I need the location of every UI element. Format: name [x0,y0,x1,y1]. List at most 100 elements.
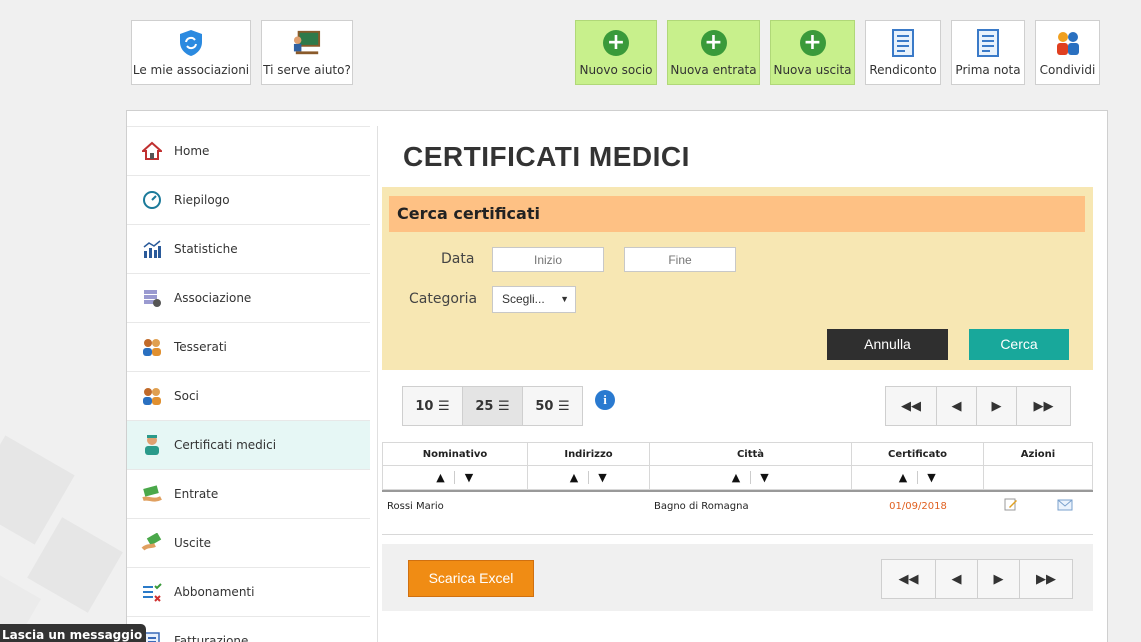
double-arrow-right-icon: ▶▶ [1033,398,1054,414]
list-icon: ☰ [497,398,510,414]
sidebar-item-tesserati[interactable]: Tesserati [127,322,370,371]
sidebar: Home Riepilogo Statistiche Associazione … [127,126,370,642]
page-size-label: 25 [475,398,494,414]
new-member-button[interactable]: + Nuovo socio [575,20,657,85]
search-panel: Cerca certificati Data Categoria Scegli.… [382,187,1093,370]
sort-asc-icon[interactable]: ▲ [723,471,751,484]
page-size-25-button[interactable]: 25 ☰ [463,387,523,425]
arrow-left-icon: ◀ [951,398,962,414]
column-header-citta[interactable]: Città [650,442,852,466]
last-page-button[interactable]: ▶▶ [1017,387,1070,425]
start-date-input[interactable] [492,247,604,272]
first-note-button[interactable]: Prima nota [951,20,1025,85]
column-header-nominativo[interactable]: Nominativo [382,442,528,466]
sort-controls: ▲ ▼ [650,466,852,490]
sidebar-item-home[interactable]: Home [127,126,370,175]
info-icon[interactable]: i [595,390,615,410]
plus-circle-icon: + [700,29,728,57]
sidebar-item-label: Home [174,144,210,158]
double-arrow-right-icon: ▶▶ [1036,571,1056,587]
new-expense-label: Nuova uscita [773,63,852,77]
cell-city: Bagno di Romagna [654,501,749,512]
double-arrow-left-icon: ◀◀ [898,571,919,587]
next-page-button[interactable]: ▶ [977,387,1017,425]
prev-page-button[interactable]: ◀ [936,560,978,598]
help-button[interactable]: Ti serve aiuto? [261,20,353,85]
page-title: CERTIFICATI MEDICI [403,141,690,172]
page-size-10-button[interactable]: 10 ☰ [403,387,463,425]
column-header-certificato[interactable]: Certificato [852,442,984,466]
page-size-50-button[interactable]: 50 ☰ [523,387,582,425]
cell-actions [984,492,1093,526]
home-icon [141,140,163,162]
pagination-nav-top: ◀◀ ◀ ▶ ▶▶ [885,386,1071,426]
sort-controls: ▲ ▼ [852,466,984,490]
search-panel-header: Cerca certificati [389,196,1085,232]
cell-address [528,492,650,534]
last-page-button[interactable]: ▶▶ [1020,560,1072,598]
sort-asc-icon[interactable]: ▲ [890,471,918,484]
new-income-button[interactable]: + Nuova entrata [667,20,760,85]
mail-icon[interactable] [1057,494,1073,524]
shield-refresh-icon [177,29,205,57]
arrow-left-icon: ◀ [951,571,962,587]
column-header-azioni: Azioni [984,442,1093,466]
sidebar-item-label: Associazione [174,291,252,305]
download-excel-button[interactable]: Scarica Excel [408,560,534,597]
first-page-button[interactable]: ◀◀ [886,387,937,425]
date-label: Data [441,251,475,267]
sort-desc-icon[interactable]: ▼ [751,471,779,484]
people-icon [141,336,163,358]
table-sort-row: ▲ ▼ ▲ ▼ ▲ ▼ ▲ ▼ [382,466,1093,490]
sort-desc-icon[interactable]: ▼ [589,471,617,484]
sidebar-item-abbonamenti[interactable]: Abbonamenti [127,567,370,616]
document-icon [974,29,1002,57]
search-button[interactable]: Cerca [969,329,1069,360]
row-divider [382,534,1093,535]
prev-page-button[interactable]: ◀ [937,387,977,425]
sort-asc-icon[interactable]: ▲ [561,471,589,484]
end-date-input[interactable] [624,247,736,272]
edit-icon[interactable] [1004,494,1018,524]
my-associations-button[interactable]: Le mie associazioni [131,20,251,85]
chat-message-tab[interactable]: Lascia un messaggio [0,624,146,642]
cancel-button[interactable]: Annulla [827,329,948,360]
sidebar-item-statistiche[interactable]: Statistiche [127,224,370,273]
sidebar-item-fatturazione[interactable]: Fatturazione [127,616,370,642]
database-gear-icon [141,287,163,309]
sidebar-item-certificati-medici[interactable]: Certificati medici [127,420,370,469]
money-in-icon [141,483,163,505]
sidebar-item-riepilogo[interactable]: Riepilogo [127,175,370,224]
sidebar-item-label: Uscite [174,536,212,550]
category-select[interactable]: Scegli... ▼ [492,286,576,313]
table-header-row: Nominativo Indirizzo Città Certificato A… [382,442,1093,466]
sidebar-item-label: Soci [174,389,199,403]
new-expense-button[interactable]: + Nuova uscita [770,20,855,85]
page-size-label: 50 [535,398,554,414]
sidebar-item-uscite[interactable]: Uscite [127,518,370,567]
share-label: Condividi [1039,63,1096,77]
sidebar-item-label: Riepilogo [174,193,230,207]
sort-desc-icon[interactable]: ▼ [455,471,483,484]
main-panel: Home Riepilogo Statistiche Associazione … [126,110,1108,642]
double-arrow-left-icon: ◀◀ [901,398,921,414]
sidebar-item-associazione[interactable]: Associazione [127,273,370,322]
list-icon: ☰ [557,398,570,414]
gauge-icon [141,189,163,211]
arrow-right-icon: ▶ [991,398,1002,414]
report-button[interactable]: Rendiconto [865,20,941,85]
share-button[interactable]: Condividi [1035,20,1100,85]
background-pattern [0,420,140,642]
certificates-table: Nominativo Indirizzo Città Certificato A… [382,442,1093,535]
plus-circle-icon: + [602,29,630,57]
sort-asc-icon[interactable]: ▲ [427,471,455,484]
help-label: Ti serve aiuto? [263,63,351,77]
column-header-indirizzo[interactable]: Indirizzo [528,442,650,466]
sidebar-item-soci[interactable]: Soci [127,371,370,420]
next-page-button[interactable]: ▶ [978,560,1020,598]
sidebar-item-entrate[interactable]: Entrate [127,469,370,518]
first-page-button[interactable]: ◀◀ [882,560,936,598]
list-icon: ☰ [437,398,450,414]
sort-desc-icon[interactable]: ▼ [918,471,946,484]
share-people-icon [1054,29,1082,57]
